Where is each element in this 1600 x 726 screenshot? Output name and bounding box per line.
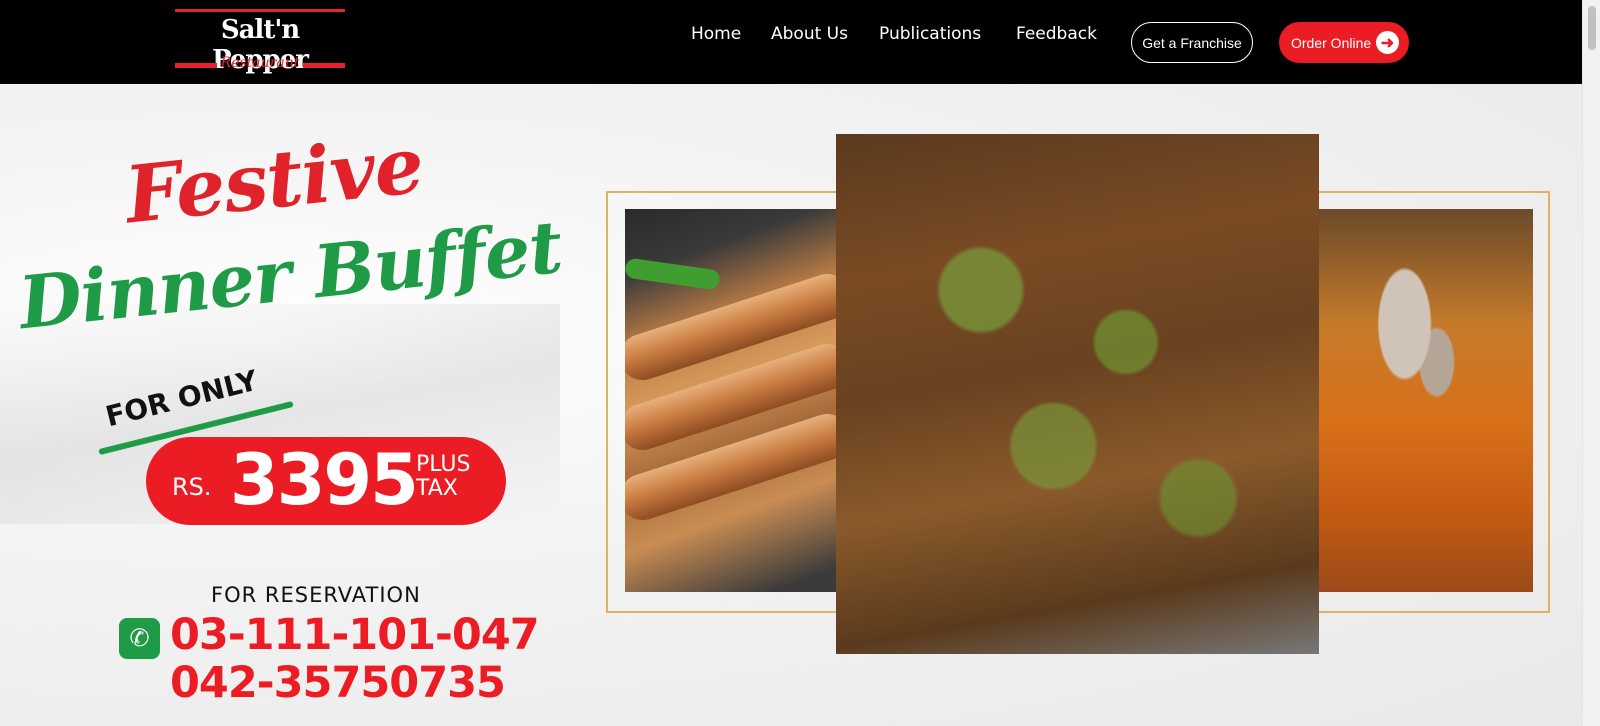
plus-label: PLUS	[416, 452, 471, 477]
order-online-label: Order Online	[1291, 34, 1372, 51]
nihari-image	[1319, 209, 1533, 592]
logo-subtitle: Restaurant	[220, 55, 300, 71]
page-scrollbar[interactable]	[1582, 0, 1600, 726]
price-value: 3395	[230, 439, 419, 521]
get-a-franchise-button[interactable]: Get a Franchise	[1131, 22, 1253, 63]
price-currency: RS.	[172, 473, 212, 501]
nav-about-us[interactable]: About Us	[771, 24, 848, 44]
phone-number-mobile[interactable]: 03-111-101-047	[170, 610, 540, 660]
top-navbar: Salt'n Pepper Restaurant Home About Us P…	[0, 0, 1582, 84]
order-online-button[interactable]: Order Online ➜	[1279, 22, 1409, 63]
mutton-karahi-image	[836, 134, 1319, 654]
logo-top-bar	[175, 9, 345, 12]
reservation-label: FOR RESERVATION	[211, 583, 421, 607]
arrow-right-icon: ➜	[1376, 31, 1399, 54]
phone-number-landline[interactable]: 042-35750735	[170, 658, 506, 708]
logo-subtitle-row: Restaurant	[175, 55, 345, 73]
seekh-kebab-image	[625, 209, 838, 592]
salt-n-pepper-logo[interactable]: Salt'n Pepper Restaurant	[175, 9, 345, 75]
scrollbar-thumb[interactable]	[1588, 6, 1596, 50]
nav-publications[interactable]: Publications	[879, 24, 981, 44]
price-badge: RS. 3395 PLUS TAX	[146, 437, 506, 525]
tax-label: TAX	[416, 476, 458, 501]
nav-feedback[interactable]: Feedback	[1016, 24, 1097, 44]
nav-home[interactable]: Home	[691, 24, 741, 44]
green-chili	[625, 257, 721, 291]
phone-icon: ✆	[119, 618, 160, 659]
price-plus-tax: PLUS TAX	[416, 453, 471, 501]
